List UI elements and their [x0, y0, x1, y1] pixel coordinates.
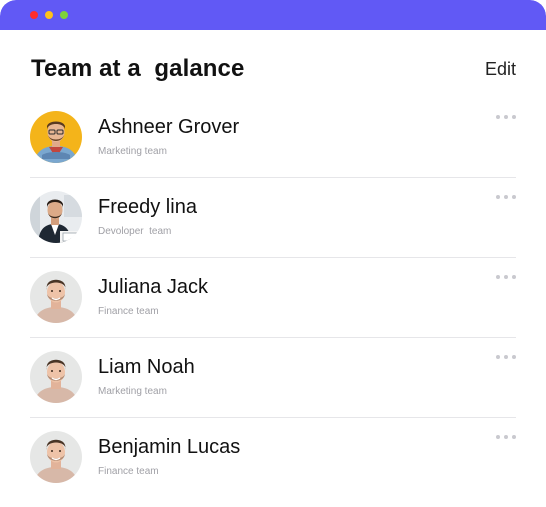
team-member-row[interactable]: Juliana Jack Finance team [30, 258, 516, 338]
close-dot-icon[interactable] [30, 11, 38, 19]
more-horizontal-icon[interactable] [496, 272, 516, 282]
minimize-dot-icon[interactable] [45, 11, 53, 19]
avatar [30, 351, 82, 403]
member-team: Finance team [98, 466, 159, 477]
member-team: Devoloper team [98, 226, 172, 237]
team-member-row[interactable]: Ashneer Grover Marketing team [30, 98, 516, 178]
member-team: Marketing team [98, 386, 167, 397]
smiling-man-avatar-icon [30, 271, 82, 323]
member-name: Benjamin Lucas [98, 436, 241, 458]
avatar [30, 431, 82, 483]
smiling-man-avatar-icon [30, 431, 82, 483]
more-horizontal-icon[interactable] [496, 112, 516, 122]
member-name: Freedy lina [98, 196, 197, 218]
team-window: Team at a galance Edit Ashneer Grover Ma… [0, 0, 546, 507]
member-name: Liam Noah [98, 356, 195, 378]
man-at-desk-avatar-icon [30, 191, 82, 243]
team-member-row[interactable]: Benjamin Lucas Finance team [30, 418, 516, 498]
title-bar [0, 0, 546, 30]
more-horizontal-icon[interactable] [496, 352, 516, 362]
member-name: Juliana Jack [98, 276, 209, 298]
team-member-row[interactable]: Freedy lina Devoloper team [30, 178, 516, 258]
edit-button[interactable]: Edit [485, 59, 516, 80]
avatar [30, 111, 82, 163]
member-team: Marketing team [98, 146, 167, 157]
more-horizontal-icon[interactable] [496, 432, 516, 442]
smiling-man-avatar-icon [30, 351, 82, 403]
page-title: Team at a galance [31, 55, 245, 82]
team-member-list: Ashneer Grover Marketing team Freedy lin… [30, 98, 516, 498]
avatar [30, 271, 82, 323]
maximize-dot-icon[interactable] [60, 11, 68, 19]
team-member-row[interactable]: Liam Noah Marketing team [30, 338, 516, 418]
header: Team at a galance Edit [31, 54, 516, 84]
man-yellow-background-avatar-icon [30, 111, 82, 163]
member-name: Ashneer Grover [98, 116, 240, 138]
member-team: Finance team [98, 306, 159, 317]
more-horizontal-icon[interactable] [496, 192, 516, 202]
avatar [30, 191, 82, 243]
